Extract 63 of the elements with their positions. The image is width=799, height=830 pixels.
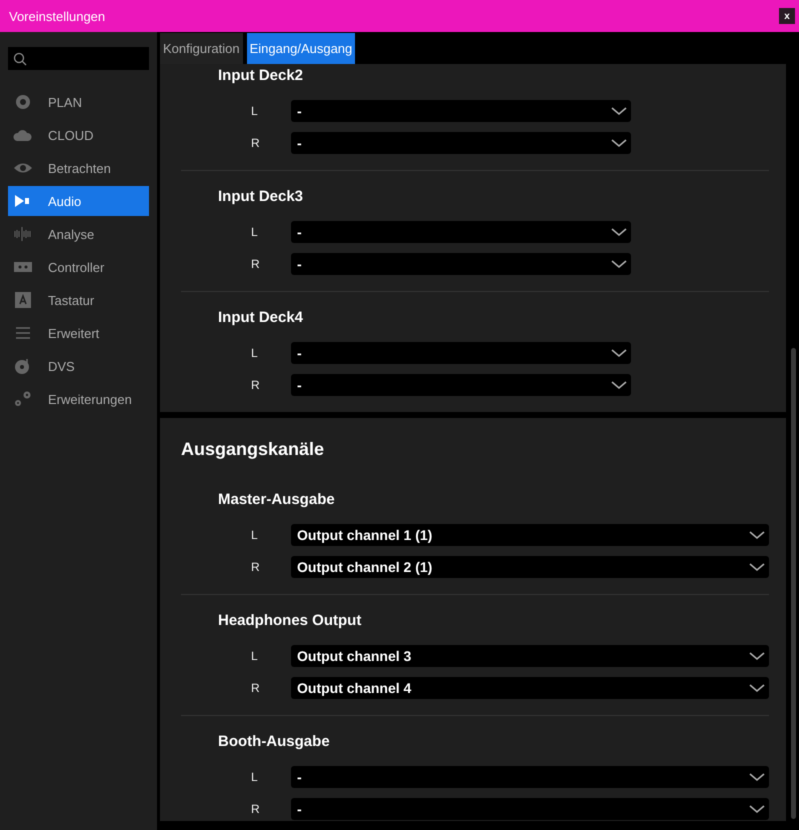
group-heading: Master-Ausgabe bbox=[218, 490, 335, 510]
channel-label: R bbox=[251, 802, 261, 816]
window-title: Voreinstellungen bbox=[9, 8, 106, 24]
chevron-down-icon bbox=[749, 804, 765, 814]
waveform-icon bbox=[13, 225, 33, 243]
section-title: Ausgangskanäle bbox=[181, 438, 324, 460]
sidebar-item[interactable]: CLOUD bbox=[8, 120, 149, 150]
channel-label: R bbox=[251, 257, 261, 271]
channel-dropdown[interactable]: - bbox=[291, 374, 631, 396]
close-button[interactable]: x bbox=[779, 8, 795, 24]
search-field[interactable] bbox=[8, 47, 149, 70]
group-heading: Input Deck2 bbox=[218, 66, 304, 86]
channel-dropdown[interactable]: - bbox=[291, 100, 631, 122]
channel-dropdown[interactable]: - bbox=[291, 132, 631, 154]
channel-label: L bbox=[251, 649, 259, 663]
channel-dropdown[interactable]: - bbox=[291, 798, 769, 820]
sidebar-item[interactable]: Betrachten bbox=[8, 153, 149, 183]
channel-label: L bbox=[251, 104, 259, 118]
channel-label: R bbox=[251, 378, 261, 392]
chevron-down-icon bbox=[749, 562, 765, 572]
channel-label: L bbox=[251, 346, 259, 360]
channel-dropdown[interactable]: Output channel 2 (1) bbox=[291, 556, 769, 578]
channel-label: R bbox=[251, 136, 261, 150]
channel-label: R bbox=[251, 681, 261, 695]
channel-dropdown[interactable]: Output channel 1 (1) bbox=[291, 524, 769, 546]
sidebar-item[interactable]: Analyse bbox=[8, 219, 149, 249]
chevron-down-icon bbox=[611, 227, 627, 237]
group-heading: Booth-Ausgabe bbox=[218, 732, 330, 752]
tab[interactable]: Eingang/Ausgang bbox=[246, 33, 356, 64]
group-heading: Input Deck4 bbox=[218, 308, 304, 328]
chevron-down-icon bbox=[749, 772, 765, 782]
chevron-down-icon bbox=[611, 348, 627, 358]
channel-dropdown[interactable]: - bbox=[291, 221, 631, 243]
channel-label: L bbox=[251, 770, 259, 784]
chevron-down-icon bbox=[749, 530, 765, 540]
search-icon bbox=[13, 52, 27, 66]
channel-dropdown[interactable]: Output channel 3 bbox=[291, 645, 769, 667]
sidebar-item[interactable]: PLAN bbox=[8, 87, 149, 117]
channel-label: L bbox=[251, 528, 259, 542]
channel-dropdown[interactable]: - bbox=[291, 253, 631, 275]
sidebar-item[interactable]: Controller bbox=[8, 252, 149, 282]
tab[interactable]: Konfiguration bbox=[160, 33, 243, 64]
channel-label: R bbox=[251, 560, 261, 574]
channel-dropdown[interactable]: - bbox=[291, 342, 631, 364]
sidebar-item[interactable]: Erweitert bbox=[8, 318, 149, 348]
chevron-down-icon bbox=[749, 683, 765, 693]
chevron-down-icon bbox=[611, 380, 627, 390]
chevron-down-icon bbox=[611, 138, 627, 148]
channel-dropdown[interactable]: Output channel 4 bbox=[291, 677, 769, 699]
sidebar-item[interactable]: DVS bbox=[8, 351, 149, 381]
channel-dropdown[interactable]: - bbox=[291, 766, 769, 788]
gears-icon bbox=[13, 390, 33, 408]
group-heading: Input Deck3 bbox=[218, 187, 304, 207]
scrollbar-thumb[interactable] bbox=[791, 348, 796, 819]
chevron-down-icon bbox=[611, 259, 627, 269]
chevron-down-icon bbox=[749, 651, 765, 661]
sidebar-item[interactable]: Audio bbox=[8, 186, 149, 216]
group-heading: Headphones Output bbox=[218, 611, 362, 631]
sidebar-item[interactable]: Erweiterungen bbox=[8, 384, 149, 414]
sidebar-item[interactable]: Tastatur bbox=[8, 285, 149, 315]
keyboard-key-icon bbox=[13, 291, 33, 309]
channel-label: L bbox=[251, 225, 259, 239]
chevron-down-icon bbox=[611, 106, 627, 116]
